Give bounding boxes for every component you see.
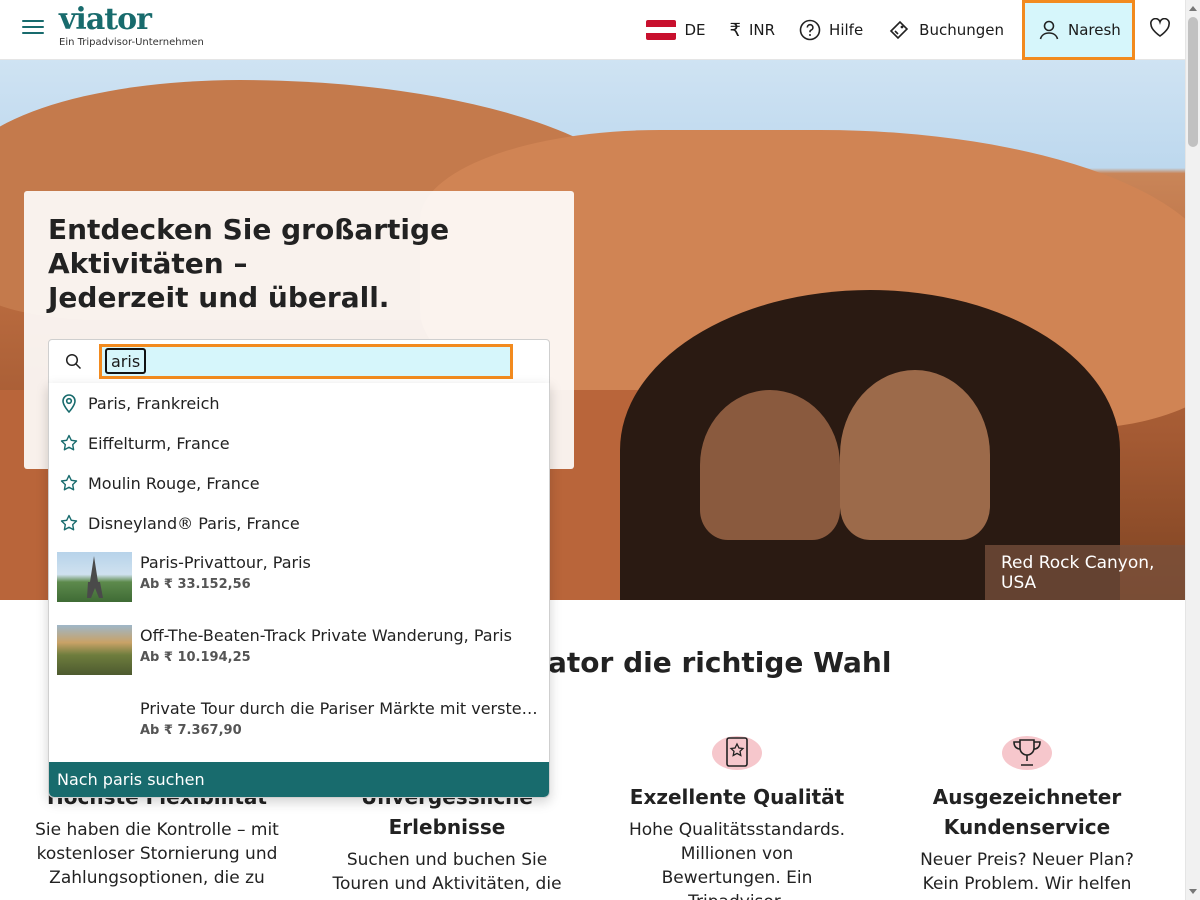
suggestion-location[interactable]: Paris, Frankreich xyxy=(49,383,549,423)
star-icon xyxy=(59,434,79,452)
language-label: DE xyxy=(684,21,706,39)
scrollbar-thumb[interactable] xyxy=(1188,17,1198,147)
heart-icon xyxy=(1149,17,1171,42)
feature-title: Ausgezeichneter Kundenservice xyxy=(932,785,1122,839)
help-label: Hilfe xyxy=(829,21,864,39)
search-bar: aris xyxy=(48,339,550,384)
feature-description: Suchen und buchen Sie Touren und Aktivit… xyxy=(332,850,562,900)
suggestion-attraction[interactable]: Disneyland® Paris, France xyxy=(49,503,549,543)
account-button[interactable]: Naresh xyxy=(1022,0,1135,60)
language-selector[interactable]: DE xyxy=(634,0,717,60)
feature-customer-service: Ausgezeichneter Kundenservice Neuer Prei… xyxy=(882,730,1172,900)
scroll-up-arrow[interactable] xyxy=(1189,6,1197,11)
suggestion-attraction[interactable]: Moulin Rouge, France xyxy=(49,463,549,503)
feature-description: Neuer Preis? Neuer Plan? Kein Problem. W… xyxy=(920,850,1134,900)
search-input-value: aris xyxy=(105,348,147,374)
help-link[interactable]: Hilfe xyxy=(787,0,875,60)
feature-description: Sie haben die Kontrolle – mit kostenlose… xyxy=(35,820,279,888)
suggestion-label: Eiffelturm, France xyxy=(88,433,230,453)
suggestion-label: Disneyland® Paris, France xyxy=(88,513,300,533)
hero-caption: Red Rock Canyon, USA xyxy=(985,545,1185,600)
product-thumbnail xyxy=(57,552,132,602)
product-title: Private Tour durch die Pariser Märkte mi… xyxy=(140,699,540,718)
suggestion-label: Paris, Frankreich xyxy=(88,393,220,413)
currency-selector[interactable]: ₹ INR xyxy=(718,0,788,60)
feature-title: Exzellente Qualität xyxy=(629,785,845,809)
hero-image-person xyxy=(840,370,990,540)
rupee-icon: ₹ xyxy=(729,19,741,41)
product-thumbnail xyxy=(57,625,132,675)
product-title: Paris-Privattour, Paris xyxy=(140,553,311,572)
currency-label: INR xyxy=(748,21,776,39)
badge-star-icon xyxy=(712,730,762,776)
suggestion-product[interactable]: Private Tour durch die Pariser Märkte mi… xyxy=(49,698,549,758)
site-header: viator Ein Tripadvisor-Unternehmen DE ₹ … xyxy=(0,0,1185,60)
star-icon xyxy=(59,514,79,532)
page-scrollbar[interactable] xyxy=(1185,0,1200,900)
search-input[interactable]: aris xyxy=(99,344,513,379)
bookings-label: Buchungen xyxy=(919,21,1004,39)
pin-icon xyxy=(59,393,79,413)
suggestion-label: Moulin Rouge, France xyxy=(88,473,260,493)
search-all-button[interactable]: Nach paris suchen xyxy=(49,762,549,797)
product-title: Off-The-Beaten-Track Private Wanderung, … xyxy=(140,626,512,645)
product-price: Ab ₹ 33.152,56 xyxy=(140,577,251,592)
logo-text: viator xyxy=(59,2,152,37)
wishlist-button[interactable] xyxy=(1135,0,1185,60)
product-price: Ab ₹ 7.367,90 xyxy=(140,723,242,738)
star-icon xyxy=(59,474,79,492)
bookings-link[interactable]: Buchungen xyxy=(875,0,1016,60)
search-suggestions: Paris, Frankreich Eiffelturm, France Mou… xyxy=(48,383,550,798)
suggestion-product[interactable]: Paris-Privattour, Paris Ab ₹ 33.152,56 xyxy=(49,552,549,612)
hero-image-person xyxy=(700,390,840,540)
feature-quality: Exzellente Qualität Hohe Qualitätsstanda… xyxy=(592,730,882,900)
product-thumbnail xyxy=(57,698,132,748)
trophy-icon xyxy=(1002,730,1052,776)
suggestion-attraction[interactable]: Eiffelturm, France xyxy=(49,423,549,463)
section-title: ator die richtige Wahl xyxy=(548,646,892,679)
product-price: Ab ₹ 10.194,25 xyxy=(140,650,251,665)
ticket-icon xyxy=(887,18,911,42)
suggestion-product[interactable]: Off-The-Beaten-Track Private Wanderung, … xyxy=(49,625,549,685)
feature-description: Hohe Qualitätsstandards. Millionen von B… xyxy=(628,820,846,900)
user-name: Naresh xyxy=(1068,21,1121,39)
scroll-down-arrow[interactable] xyxy=(1189,889,1197,894)
logo[interactable]: viator Ein Tripadvisor-Unternehmen xyxy=(59,2,204,48)
logo-subtitle: Ein Tripadvisor-Unternehmen xyxy=(59,37,204,48)
help-icon xyxy=(799,19,821,41)
hero-title: Entdecken Sie großartige Aktivitäten – J… xyxy=(48,213,450,314)
menu-icon[interactable] xyxy=(22,20,44,38)
user-icon xyxy=(1038,19,1060,41)
flag-icon xyxy=(646,20,677,40)
search-icon xyxy=(65,353,82,374)
header-nav: DE ₹ INR Hilfe Buchungen Naresh xyxy=(634,0,1185,60)
